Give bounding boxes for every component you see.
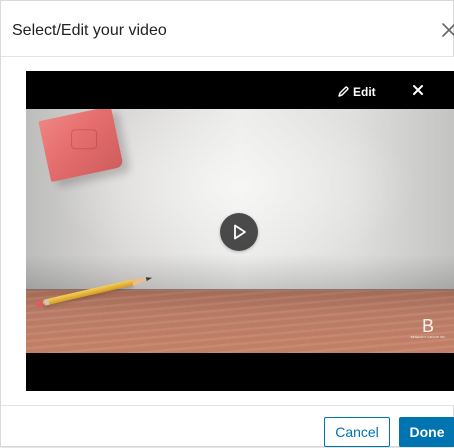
cancel-button[interactable]: Cancel bbox=[324, 417, 390, 447]
watermark-text: BENEDICT GROUP INC bbox=[410, 335, 446, 339]
dialog-header: Select/Edit your video bbox=[1, 1, 454, 57]
video-player[interactable]: Edit B BENEDICT GROUP INC bbox=[26, 71, 454, 391]
done-button[interactable]: Done bbox=[399, 417, 454, 447]
dialog-close-button[interactable] bbox=[436, 17, 454, 43]
wall-shadow bbox=[26, 254, 454, 291]
close-icon bbox=[413, 85, 423, 95]
pencil-lead bbox=[145, 275, 153, 282]
dialog-footer: Cancel Done bbox=[1, 405, 454, 448]
play-video-button[interactable] bbox=[220, 213, 258, 251]
video-bottom-letterbox bbox=[26, 353, 454, 391]
video-preview-image[interactable]: B BENEDICT GROUP INC bbox=[26, 109, 454, 353]
video-toolbar: Edit bbox=[26, 71, 454, 109]
play-icon bbox=[234, 224, 246, 240]
edit-label: Edit bbox=[353, 85, 376, 99]
close-icon bbox=[442, 23, 454, 37]
edit-video-button[interactable]: Edit bbox=[337, 84, 376, 100]
dialog-content: Edit B BENEDICT GROUP INC bbox=[1, 57, 454, 405]
dialog-title: Select/Edit your video bbox=[12, 22, 167, 39]
video-watermark: B BENEDICT GROUP INC bbox=[408, 317, 448, 345]
pencil-icon bbox=[338, 86, 349, 97]
wooden-table bbox=[26, 291, 454, 353]
remove-video-button[interactable] bbox=[411, 83, 425, 97]
watermark-letter: B bbox=[421, 316, 434, 336]
video-selection-dialog: Select/Edit your video Edit B BENEDICT G… bbox=[0, 0, 454, 447]
